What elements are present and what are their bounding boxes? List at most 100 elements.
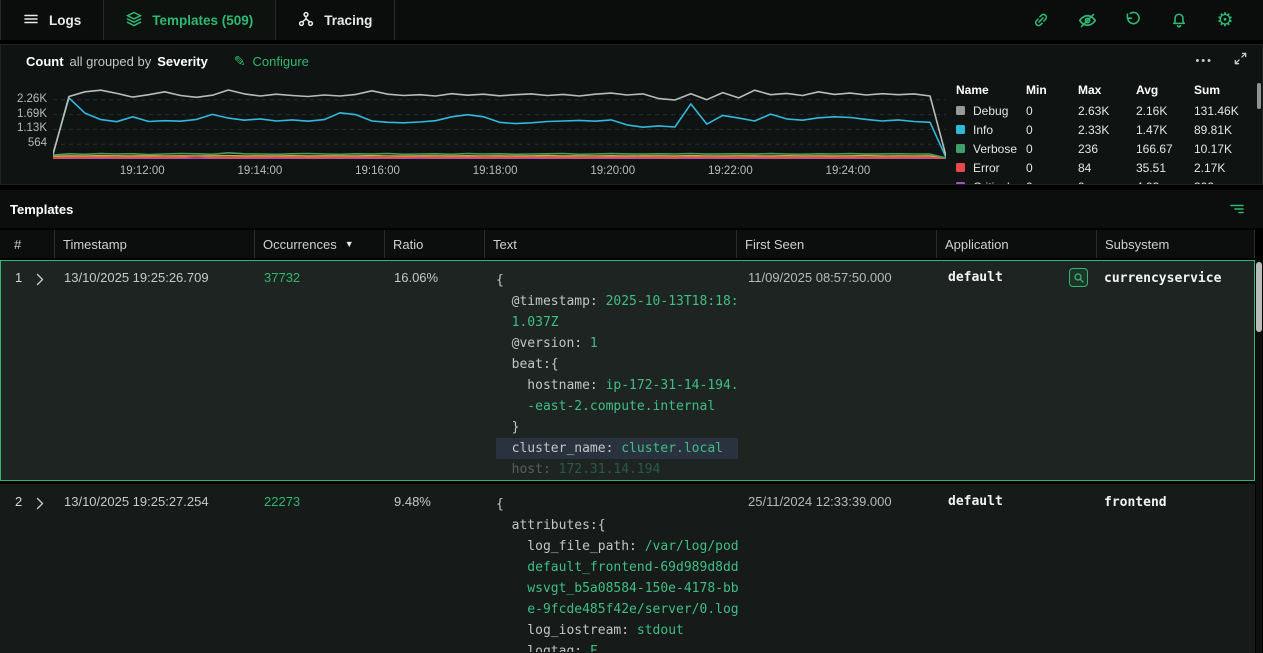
ellipsis-icon[interactable]: •••	[1195, 55, 1213, 67]
row-ratio: 16.06%	[386, 261, 486, 480]
chart-header: Count all grouped by Severity ✎ Configur…	[1, 45, 1262, 77]
tab-tracing-label: Tracing	[324, 13, 372, 28]
json-line: default_frontend-69d989d8dd-	[496, 557, 738, 578]
row-ratio: 9.48%	[386, 485, 486, 652]
col-header-application[interactable]: Application	[937, 230, 1097, 258]
col-header-occurrences[interactable]: Occurrences ▼	[255, 230, 385, 258]
legend-row[interactable]: Critical094.93302	[956, 177, 1254, 184]
json-line: {	[496, 494, 738, 515]
series-sum: 10.17K	[1194, 142, 1256, 156]
series-min: 0	[1026, 142, 1078, 156]
x-tick-label: 19:22:00	[708, 165, 753, 177]
legend-col-name: Name	[956, 83, 1026, 97]
col-header-subsystem[interactable]: Subsystem	[1097, 230, 1255, 258]
legend-body: Debug02.63K2.16K131.46KInfo02.33K1.47K89…	[956, 101, 1254, 184]
col-header-timestamp[interactable]: Timestamp	[55, 230, 255, 258]
col-header-num[interactable]: #	[0, 230, 55, 258]
y-tick-label: 1.13K	[17, 122, 47, 134]
tab-tracing[interactable]: Tracing	[276, 0, 395, 40]
series-max: 2.33K	[1078, 123, 1136, 137]
sort-desc-icon: ▼	[345, 239, 354, 249]
row-number: 1	[15, 270, 22, 285]
template-row[interactable]: 1 13/10/2025 19:25:26.7093773216.06%{ @ti…	[0, 260, 1255, 481]
series-name: Debug	[973, 104, 1008, 118]
bell-icon[interactable]	[1169, 10, 1189, 30]
tab-logs[interactable]: Logs	[0, 0, 104, 40]
table-scrollbar-thumb[interactable]	[1256, 262, 1262, 332]
configure-button[interactable]: ✎ Configure	[234, 54, 309, 69]
series-sum: 89.81K	[1194, 123, 1256, 137]
row-application: default	[948, 270, 1003, 285]
json-line: {	[496, 270, 738, 291]
y-tick-label: 2.26K	[17, 93, 47, 105]
expand-icon[interactable]	[1233, 51, 1248, 71]
chevron-right-icon[interactable]	[36, 497, 44, 513]
series-swatch	[956, 182, 965, 184]
x-tick-label: 19:14:00	[238, 165, 283, 177]
chart-plot: 19:12:00 19:14:00 19:16:00 19:18:00 19:20:00…	[53, 79, 946, 184]
legend-col-min: Min	[1026, 83, 1078, 97]
col-header-first-seen[interactable]: First Seen	[737, 230, 937, 258]
series-max: 84	[1078, 161, 1136, 175]
row-occurrences[interactable]: 37732	[256, 261, 386, 480]
json-line: }	[496, 417, 738, 438]
json-line: log_file_path: /var/log/pods/	[496, 536, 738, 557]
chart-y-axis: 2.26K 1.69K 1.13K 564	[1, 79, 53, 184]
series-swatch	[956, 125, 965, 134]
gear-icon[interactable]: ⚙	[1215, 10, 1235, 30]
json-line: cluster_name: cluster.local	[496, 438, 738, 459]
series-swatch	[956, 106, 965, 115]
series-avg: 35.51	[1136, 161, 1194, 175]
series-min: 0	[1026, 104, 1078, 118]
chart-body: 2.26K 1.69K 1.13K 564 19:12:00 19:14:00 19:16…	[1, 77, 1262, 184]
x-tick-label: 19:16:00	[355, 165, 400, 177]
table-scrollbar[interactable]	[1256, 260, 1262, 653]
json-line: -east-2.compute.internal	[496, 396, 738, 417]
series-name: Critical	[973, 180, 1010, 185]
legend-header: Name Min Max Avg Sum	[956, 81, 1254, 99]
chart-panel: Count all grouped by Severity ✎ Configur…	[0, 44, 1263, 185]
json-line: @version: 1	[496, 333, 738, 354]
eye-off-icon[interactable]	[1077, 10, 1097, 30]
legend-row[interactable]: Info02.33K1.47K89.81K	[956, 120, 1254, 139]
legend-row[interactable]: Error08435.512.17K	[956, 158, 1254, 177]
chevron-right-icon[interactable]	[36, 273, 44, 289]
chart-groupby-label: all grouped by	[70, 54, 152, 69]
json-line: host: 172.31.14.194	[496, 459, 738, 480]
undo-icon[interactable]	[1123, 10, 1143, 30]
series-max: 9	[1078, 180, 1136, 185]
series-max: 236	[1078, 142, 1136, 156]
legend-row[interactable]: Verbose0236166.6710.17K	[956, 139, 1254, 158]
json-line: e-9fcde485f42e/server/0.log	[496, 599, 738, 620]
legend-row[interactable]: Debug02.63K2.16K131.46K	[956, 101, 1254, 120]
row-timestamp: 13/10/2025 19:25:26.709	[56, 261, 256, 480]
col-header-text[interactable]: Text	[485, 230, 737, 258]
legend-scrollbar[interactable]	[1257, 83, 1261, 109]
row-occurrences[interactable]: 22273	[256, 485, 386, 652]
link-icon[interactable]	[1031, 10, 1051, 30]
series-name: Error	[973, 161, 1000, 175]
row-first-seen: 25/11/2024 12:33:39.000	[738, 485, 938, 652]
col-header-ratio[interactable]: Ratio	[385, 230, 485, 258]
configure-label: Configure	[253, 54, 309, 69]
row-subsystem: currencyservice	[1104, 271, 1221, 286]
chart-legend: Name Min Max Avg Sum Debug02.63K2.16K131…	[946, 79, 1262, 184]
templates-title: Templates	[10, 202, 73, 217]
tab-templates[interactable]: Templates (509)	[104, 0, 276, 40]
filter-icon[interactable]	[1229, 201, 1245, 217]
y-tick-label: 564	[28, 137, 47, 149]
x-tick-label: 19:20:00	[590, 165, 635, 177]
templates-table-header: # Timestamp Occurrences ▼ Ratio Text Fir…	[0, 228, 1255, 258]
series-swatch	[956, 163, 965, 172]
x-tick-label: 19:18:00	[473, 165, 518, 177]
nav-actions: ⚙	[1031, 0, 1263, 40]
templates-titlebar: Templates	[0, 190, 1263, 228]
pencil-icon: ✎	[234, 54, 246, 68]
y-tick-label: 1.69K	[17, 108, 47, 120]
template-row[interactable]: 213/10/2025 19:25:27.254222739.48%{ attr…	[0, 484, 1255, 653]
chart-series-info	[53, 98, 946, 157]
magnifier-chip-icon[interactable]	[1069, 268, 1088, 287]
x-tick-label: 19:12:00	[120, 165, 165, 177]
series-min: 0	[1026, 123, 1078, 137]
row-text-preview: { @timestamp: 2025-10-13T18:18:2 1.037Z …	[486, 261, 738, 480]
